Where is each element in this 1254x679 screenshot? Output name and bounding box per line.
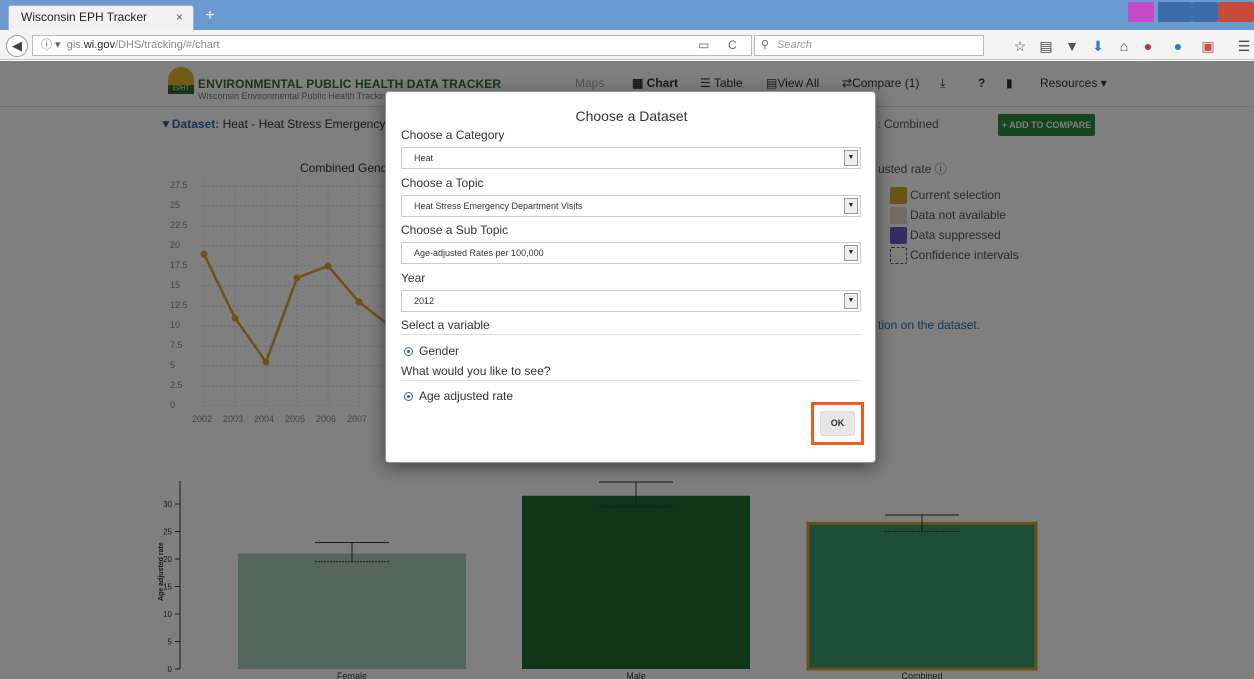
back-button[interactable]: ◀ [6, 35, 28, 57]
browser-navbar: ◀ ⓘ ▾ gis.wi.gov/DHS/tracking/#/chart ▭ … [0, 30, 1254, 60]
download-icon[interactable]: ⬇ [1090, 39, 1106, 53]
divider [401, 334, 861, 335]
dropdown-arrow-icon[interactable]: ▼ [844, 293, 858, 309]
search-placeholder: Search [777, 39, 812, 51]
divider [401, 380, 861, 381]
see-label: What would you like to see? [401, 364, 551, 378]
ok-button-highlight: OK [811, 402, 864, 445]
topic-value: Heat Stress Emergency Department Visits [414, 201, 583, 211]
tab-close-icon[interactable]: × [176, 6, 183, 29]
extension-mask-icon[interactable] [1128, 2, 1154, 22]
url-path: /DHS/tracking/#/chart [115, 39, 220, 51]
choose-dataset-modal: Choose a Dataset Choose a Category Heat ▼… [385, 91, 876, 463]
dropdown-arrow-icon[interactable]: ▼ [844, 198, 858, 214]
ok-button[interactable]: OK [820, 411, 855, 436]
search-input[interactable]: ⚲ Search [754, 35, 984, 56]
search-icon: ⚲ [761, 39, 770, 51]
category-select[interactable]: Heat ▼ [401, 147, 861, 169]
modal-title: Choose a Dataset [575, 108, 688, 124]
reader-view-icon[interactable]: ▭ [698, 36, 709, 55]
category-value: Heat [414, 153, 434, 163]
url-prefix: gis. [66, 39, 84, 51]
dropdown-arrow-icon[interactable]: ▼ [844, 245, 858, 261]
bookmark-star-icon[interactable]: ☆ [1012, 39, 1028, 53]
age-adjusted-rate-label[interactable]: Age adjusted rate [419, 389, 513, 403]
variable-label: Select a variable [401, 318, 490, 332]
year-value: 2012 [414, 296, 435, 306]
tab-title: Wisconsin EPH Tracker [21, 10, 148, 24]
subtopic-select[interactable]: Age-adjusted Rates per 100,000 ▼ [401, 242, 861, 264]
adblock-icon[interactable]: ● [1140, 39, 1156, 53]
subtopic-label: Choose a Sub Topic [401, 223, 509, 237]
extension-icon[interactable]: ● [1170, 39, 1186, 53]
topic-select[interactable]: Heat Stress Emergency Department Visits ▼ [401, 195, 861, 217]
browser-tab[interactable]: Wisconsin EPH Tracker × [8, 5, 194, 30]
minimize-button[interactable] [1158, 2, 1192, 22]
info-icon[interactable]: ⓘ ▾ [41, 39, 67, 51]
menu-icon[interactable]: ☰ [1236, 39, 1252, 53]
reading-list-icon[interactable]: ▤ [1038, 39, 1054, 53]
url-actions: ▭ C [662, 35, 752, 56]
pocket-icon[interactable]: ▼ [1064, 39, 1080, 53]
year-label: Year [401, 271, 426, 285]
age-adjusted-rate-radio[interactable] [404, 392, 413, 401]
maximize-button[interactable] [1192, 2, 1218, 22]
browser-titlebar: Wisconsin EPH Tracker × + [0, 0, 1254, 30]
address-bar[interactable]: ⓘ ▾ gis.wi.gov/DHS/tracking/#/chart [32, 35, 662, 56]
reload-icon[interactable]: C [728, 36, 737, 55]
topic-label: Choose a Topic [401, 176, 484, 190]
translate-icon[interactable]: ▣ [1200, 39, 1216, 53]
close-window-button[interactable] [1218, 2, 1254, 22]
home-icon[interactable]: ⌂ [1116, 39, 1132, 53]
gender-radio[interactable] [404, 347, 413, 356]
url-domain: wi.gov [83, 39, 116, 51]
category-label: Choose a Category [401, 128, 505, 142]
gender-radio-label[interactable]: Gender [419, 344, 459, 358]
year-select[interactable]: 2012 ▼ [401, 290, 861, 312]
subtopic-value: Age-adjusted Rates per 100,000 [414, 248, 544, 258]
dropdown-arrow-icon[interactable]: ▼ [844, 150, 858, 166]
new-tab-button[interactable]: + [200, 6, 220, 26]
